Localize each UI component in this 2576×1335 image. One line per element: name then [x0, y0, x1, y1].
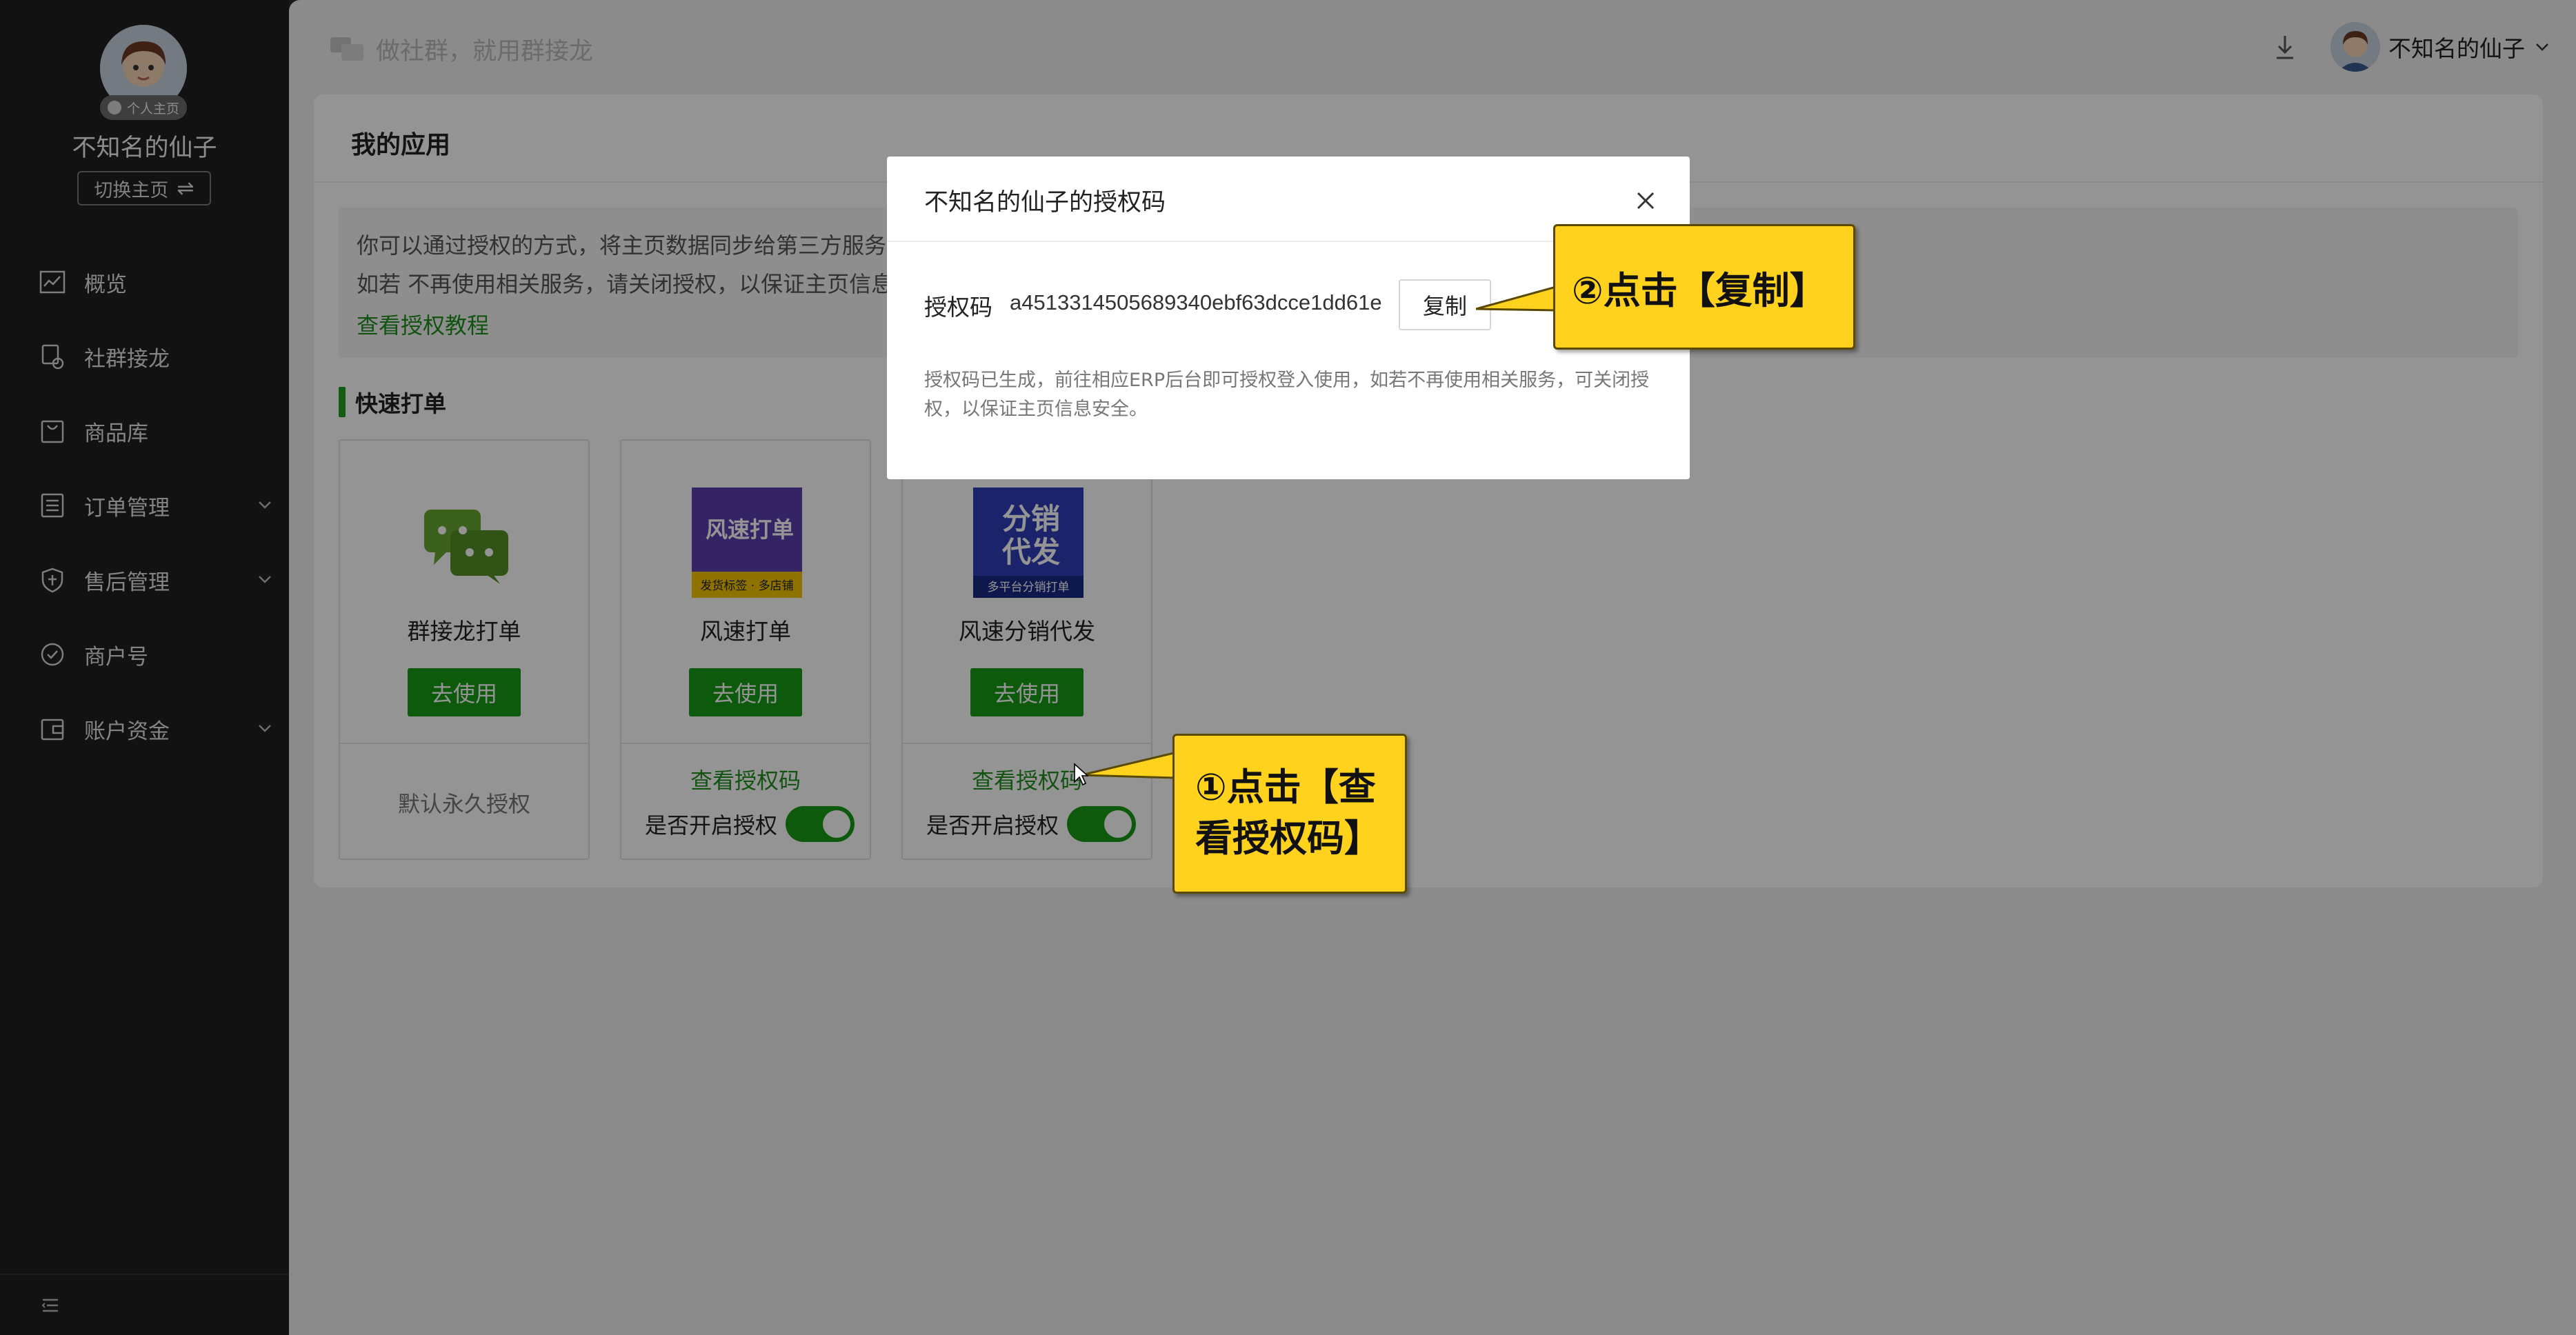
callout-text: ②点击【复制】 [1572, 268, 1827, 312]
auth-code-label: 授权码 [924, 294, 992, 321]
callout-pointer [1476, 285, 1557, 312]
callout-step-view-code: ①点击【查 看授权码】 [1172, 734, 1407, 894]
callout-pointer [1081, 752, 1175, 779]
dialog-title: 不知名的仙子的授权码 [924, 189, 1166, 217]
dialog-description: 授权码已生成，前往相应ERP后台即可授权登入使用，如若不再使用相关服务，可关闭授… [924, 370, 1650, 420]
auth-code-value: a4513314505689340ebf63dcce1dd61e [1010, 290, 1382, 314]
mouse-cursor-icon [1074, 763, 1088, 786]
callout-text-line2: 看授权码】 [1195, 816, 1381, 860]
callout-text-line1: ①点击【查 [1195, 765, 1376, 809]
callout-step-copy: ②点击【复制】 [1553, 224, 1855, 350]
close-icon[interactable] [1633, 188, 1658, 213]
